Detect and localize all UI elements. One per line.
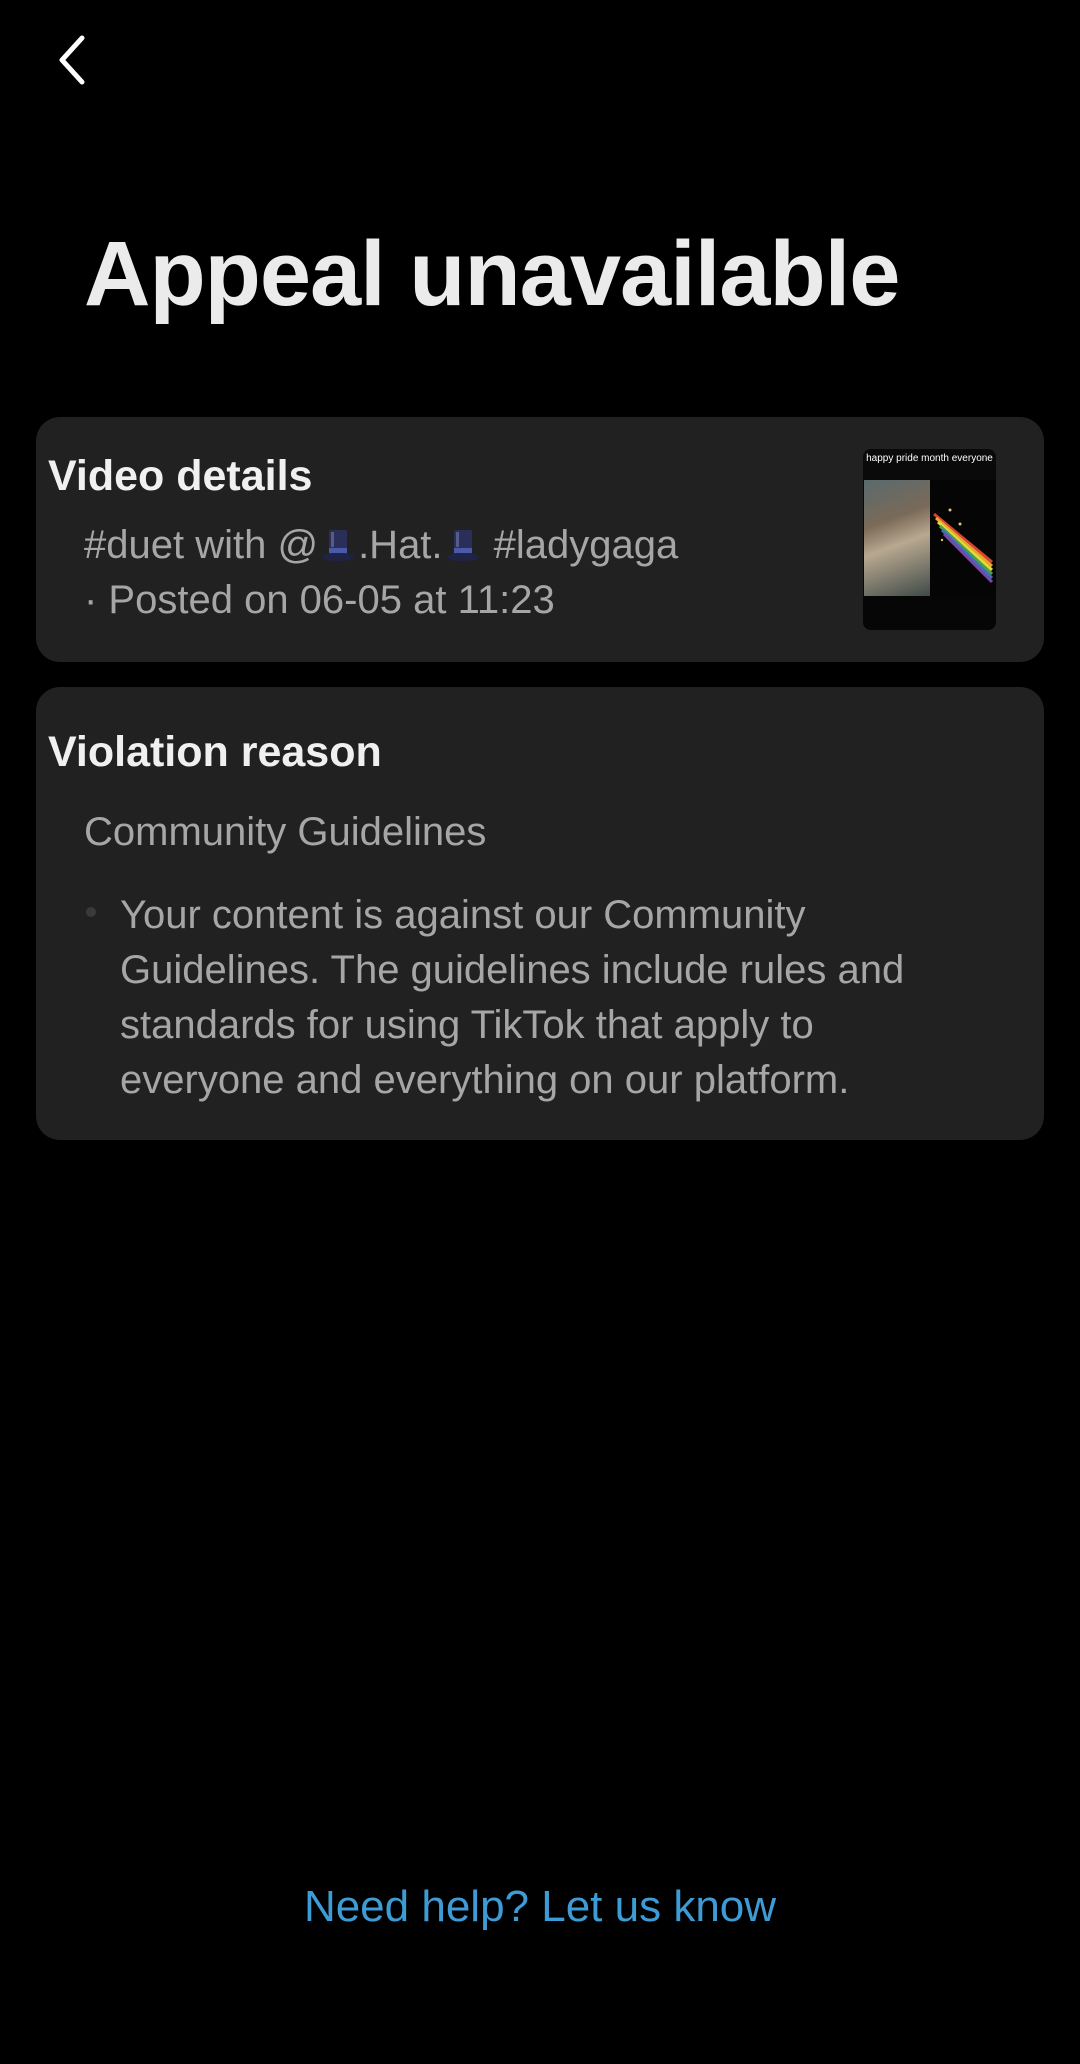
thumbnail-bottom-bar [863, 596, 996, 630]
video-details-heading: Video details [48, 452, 313, 500]
thumbnail-caption: happy pride month everyone [866, 453, 993, 464]
violation-description-line: Your content is against our Community [120, 893, 806, 937]
help-link[interactable]: Need help? Let us know [0, 1882, 1080, 1932]
violation-description-line: everyone and everything on our platform. [120, 1058, 850, 1102]
rainbow-stream-graphic [933, 508, 994, 584]
thumbnail-right-video [930, 480, 996, 596]
username-middle: .Hat. [358, 523, 443, 567]
duet-prefix: #duet with @ [84, 523, 319, 567]
posted-date: · Posted on 06-05 at 11:23 [84, 578, 555, 622]
video-thumbnail[interactable]: happy pride month everyone [863, 449, 996, 630]
chevron-left-icon [59, 35, 85, 85]
violation-description: Your content is against our Community Gu… [120, 888, 1000, 1108]
page-title: Appeal unavailable [84, 223, 900, 325]
hashtag: #ladygaga [493, 523, 679, 567]
violation-description-line: Guidelines. The guidelines include rules… [120, 948, 905, 992]
violation-category: Community Guidelines [84, 810, 487, 854]
video-description: #duet with @ .Hat. #ladygaga · Posted on … [84, 518, 804, 628]
top-hat-icon [446, 530, 479, 561]
video-description-line-1: #duet with @ .Hat. #ladygaga [84, 518, 804, 573]
back-button[interactable] [40, 28, 104, 92]
violation-description-line: standards for using TikTok that apply to [120, 1003, 814, 1047]
top-hat-icon [322, 530, 355, 561]
thumbnail-left-video [864, 480, 930, 596]
violation-reason-heading: Violation reason [48, 728, 382, 776]
bullet-dot-icon [86, 907, 96, 917]
